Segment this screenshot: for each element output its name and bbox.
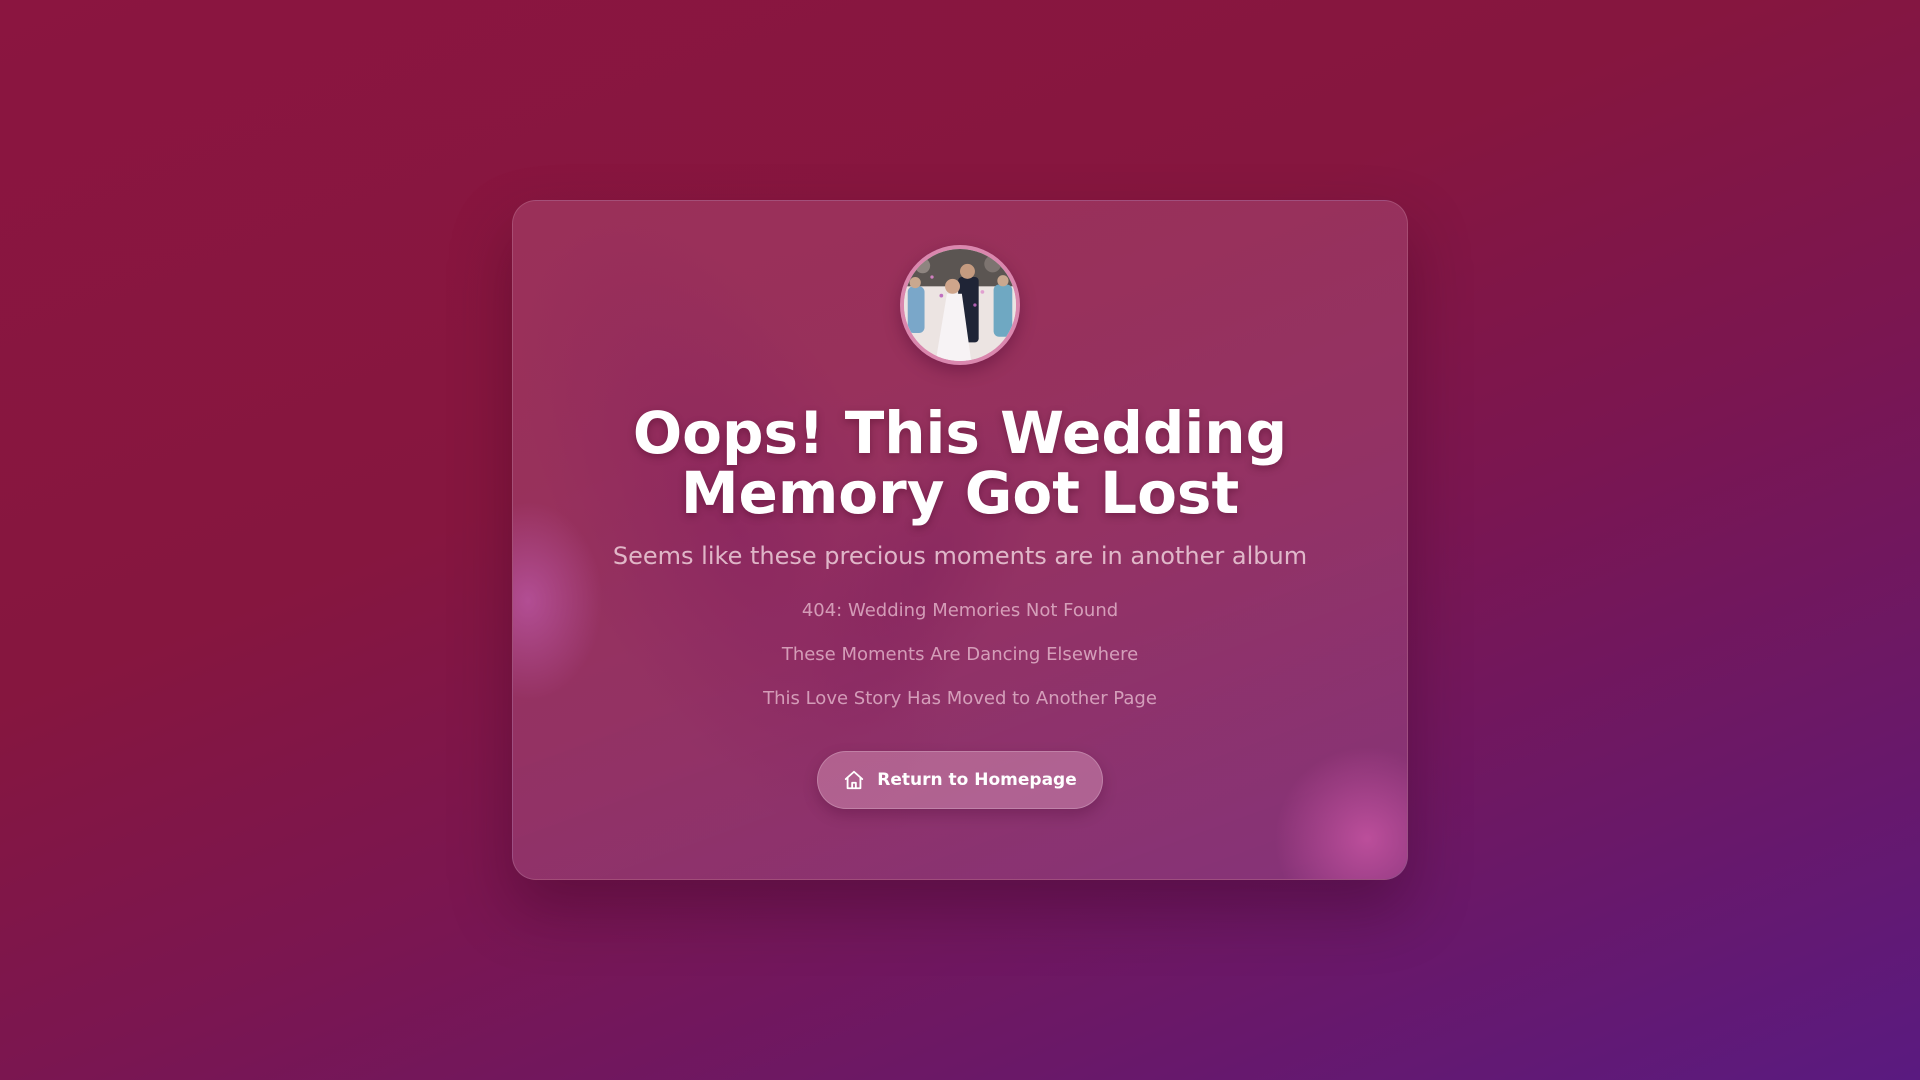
return-home-label: Return to Homepage [877, 770, 1077, 790]
glow-decoration [1267, 739, 1407, 879]
home-icon [843, 769, 865, 791]
page-title: Oops! This Wedding Memory Got Lost [632, 399, 1288, 527]
error-card: Oops! This Wedding Memory Got Lost Seems… [512, 200, 1408, 880]
message-line: This Love Story Has Moved to Another Pag… [763, 688, 1157, 709]
page-subtitle: Seems like these precious moments are in… [612, 542, 1308, 570]
return-home-button[interactable]: Return to Homepage [817, 751, 1103, 809]
wedding-photo-icon [904, 249, 1016, 361]
message-line: These Moments Are Dancing Elsewhere [781, 644, 1139, 665]
error-code-message: 404: Wedding Memories Not Found [801, 600, 1119, 621]
wedding-photo-avatar [900, 245, 1020, 365]
message-list: 404: Wedding Memories Not Found These Mo… [513, 599, 1407, 711]
